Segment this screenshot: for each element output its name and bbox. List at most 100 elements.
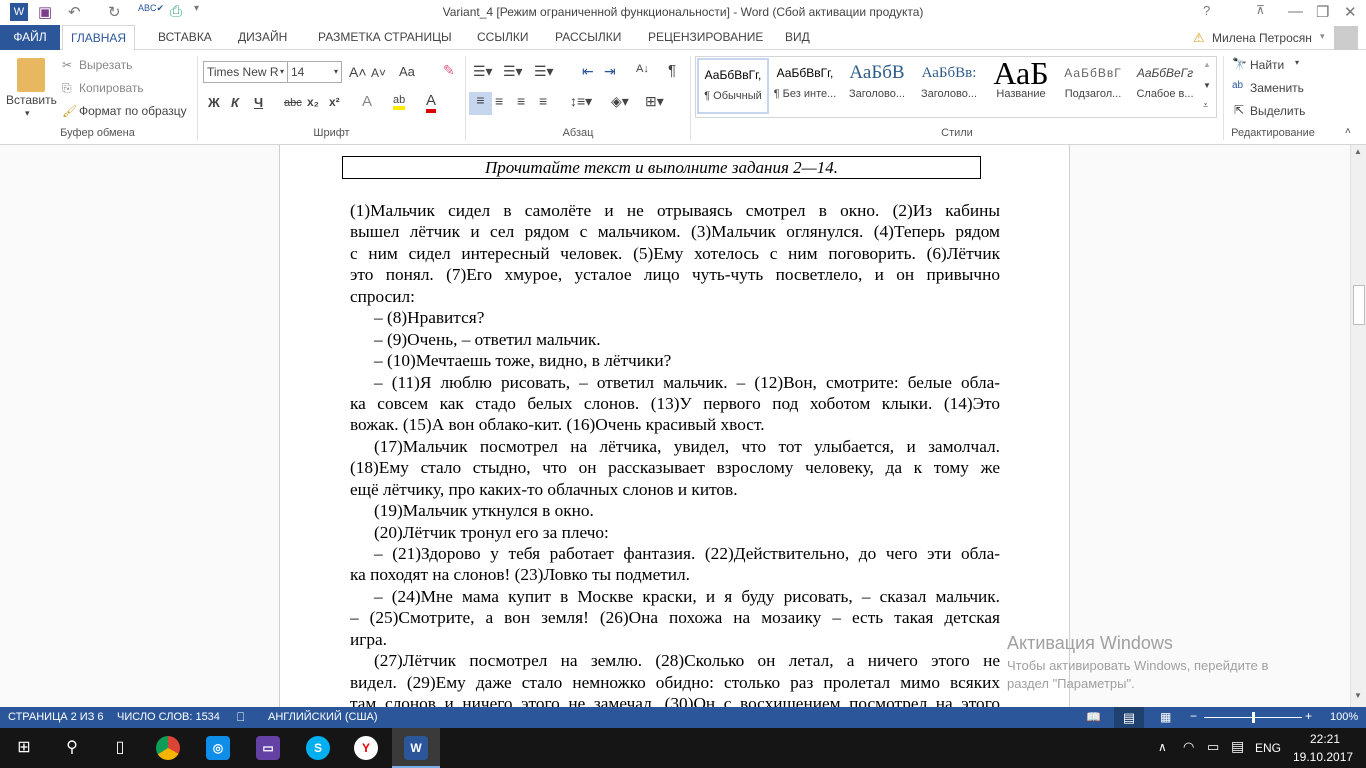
show-hidden-icons[interactable]: ∧ bbox=[1158, 740, 1167, 754]
restore-button[interactable]: ❐ bbox=[1316, 3, 1329, 21]
help-button[interactable]: ? bbox=[1203, 3, 1210, 18]
tab-layout[interactable]: РАЗМЕТКА СТРАНИЦЫ bbox=[310, 25, 460, 50]
paste-button[interactable]: Вставить bbox=[6, 93, 57, 107]
format-painter-icon[interactable]: 🖌 bbox=[62, 104, 77, 118]
outlook-icon[interactable]: ◎ bbox=[194, 728, 242, 768]
clock-time[interactable]: 22:21 bbox=[1310, 732, 1340, 746]
input-language[interactable]: ENG bbox=[1255, 741, 1281, 755]
select-button[interactable]: Выделить bbox=[1250, 104, 1305, 118]
font-size-select[interactable]: 14 ▾ bbox=[287, 61, 342, 83]
user-menu-chevron-icon[interactable]: ▾ bbox=[1320, 31, 1325, 42]
tab-insert[interactable]: ВСТАВКА bbox=[150, 25, 220, 50]
paste-icon[interactable] bbox=[17, 58, 45, 92]
close-button[interactable]: ✕ bbox=[1344, 3, 1357, 21]
tab-view[interactable]: ВИД bbox=[777, 25, 818, 50]
tab-design[interactable]: ДИЗАЙН bbox=[230, 25, 295, 50]
replace-icon[interactable]: ab bbox=[1232, 80, 1243, 91]
change-case-button[interactable]: Aa bbox=[399, 64, 415, 79]
decrease-indent-icon[interactable]: ⇤ bbox=[582, 63, 594, 80]
start-windows-icon[interactable]: ⊞ bbox=[0, 728, 48, 768]
style-1[interactable]: АаБбВвГг, ¶ Без инте... bbox=[769, 58, 841, 114]
vertical-scrollbar[interactable]: ▲ ▼ bbox=[1350, 145, 1366, 707]
document-text[interactable]: (1)Мальчик сидел в самолёте и не отрывая… bbox=[350, 200, 1000, 707]
select-icon[interactable]: ⇱ bbox=[1234, 103, 1244, 117]
style-5[interactable]: АаБбВвГ Подзагол... bbox=[1057, 58, 1129, 114]
text-effects-icon[interactable]: A bbox=[362, 93, 372, 110]
tab-mailings[interactable]: РАССЫЛКИ bbox=[547, 25, 629, 50]
cut-icon[interactable]: ✂ bbox=[62, 58, 72, 72]
network-icon[interactable]: ◠ bbox=[1183, 739, 1194, 755]
format-painter-button[interactable]: Формат по образцу bbox=[79, 104, 187, 118]
font-name-select[interactable]: Times New R ▾ bbox=[203, 61, 288, 83]
language[interactable]: АНГЛИЙСКИЙ (США) bbox=[268, 711, 378, 723]
strikethrough-button[interactable]: abc bbox=[284, 97, 302, 109]
chrome-icon[interactable] bbox=[144, 728, 192, 768]
style-6[interactable]: АаБбВеГг Слабое в... bbox=[1129, 58, 1201, 114]
style-2[interactable]: АаБбВ Заголово... bbox=[841, 58, 913, 114]
ribbon-display-icon[interactable]: ⊼ bbox=[1256, 3, 1265, 17]
scroll-up-icon[interactable]: ▲ bbox=[1354, 147, 1362, 156]
clear-format-icon[interactable]: ✎ bbox=[443, 62, 455, 79]
scroll-down-icon[interactable]: ▼ bbox=[1354, 691, 1362, 700]
tab-review[interactable]: РЕЦЕНЗИРОВАНИЕ bbox=[640, 25, 771, 50]
align-center-icon[interactable]: ≡ bbox=[495, 93, 503, 109]
align-left-icon[interactable]: ≡ bbox=[469, 92, 492, 115]
shrink-font-icon[interactable]: A˅ bbox=[371, 66, 386, 80]
show-formatting-button[interactable]: ¶ bbox=[668, 62, 676, 79]
task-view-icon[interactable]: ▯ bbox=[96, 728, 144, 768]
word-count[interactable]: ЧИСЛО СЛОВ: 1534 bbox=[117, 711, 220, 723]
tab-references[interactable]: ССЫЛКИ bbox=[469, 25, 536, 50]
zoom-out-button[interactable]: − bbox=[1190, 709, 1197, 723]
borders-icon[interactable]: ⊞▾ bbox=[645, 93, 664, 110]
page-count[interactable]: СТРАНИЦА 2 ИЗ 6 bbox=[8, 711, 104, 723]
collapse-ribbon-icon[interactable]: ˄ bbox=[1345, 126, 1351, 137]
grow-font-icon[interactable]: A˄ bbox=[349, 64, 367, 80]
read-mode-icon[interactable]: 📖 bbox=[1086, 710, 1101, 724]
print-layout-icon[interactable]: ▤ bbox=[1114, 707, 1144, 728]
battery-icon[interactable]: ▭ bbox=[1207, 739, 1219, 755]
user-name[interactable]: Милена Петросян bbox=[1212, 31, 1312, 45]
proofing-icon[interactable]: ⎕ bbox=[237, 710, 244, 725]
style-0[interactable]: АаБбВвГг, ¶ Обычный bbox=[697, 58, 769, 114]
yandex-browser-icon[interactable]: Y bbox=[342, 728, 390, 768]
paste-chevron-icon[interactable]: ▾ bbox=[25, 108, 30, 119]
replace-button[interactable]: Заменить bbox=[1250, 81, 1304, 95]
justify-icon[interactable]: ≡ bbox=[539, 93, 547, 109]
style-4[interactable]: АаБ Название bbox=[985, 58, 1057, 114]
bold-button[interactable]: Ж bbox=[208, 95, 220, 110]
web-layout-icon[interactable]: ▦ bbox=[1160, 710, 1171, 724]
styles-scroll-down-icon[interactable]: ▼ bbox=[1203, 81, 1211, 90]
scrollbar-thumb[interactable] bbox=[1353, 285, 1365, 325]
font-color-icon[interactable]: A bbox=[426, 92, 437, 113]
minimize-button[interactable]: — bbox=[1288, 3, 1303, 20]
tab-file[interactable]: ФАЙЛ bbox=[0, 25, 60, 50]
zoom-in-button[interactable]: + bbox=[1305, 709, 1312, 723]
tab-home[interactable]: ГЛАВНАЯ bbox=[62, 25, 136, 51]
find-button[interactable]: Найти bbox=[1250, 58, 1284, 72]
find-icon[interactable]: 🔭 bbox=[1232, 57, 1247, 71]
italic-button[interactable]: К bbox=[231, 95, 239, 110]
superscript-button[interactable]: x² bbox=[329, 95, 340, 109]
copy-icon[interactable]: ⎘ bbox=[62, 81, 72, 96]
line-spacing-icon[interactable]: ↕≡▾ bbox=[570, 93, 592, 110]
skype-icon[interactable]: S bbox=[294, 728, 342, 768]
underline-button[interactable]: Ч bbox=[254, 95, 263, 110]
align-right-icon[interactable]: ≡ bbox=[517, 93, 525, 109]
shading-icon[interactable]: ◈▾ bbox=[611, 93, 629, 110]
highlight-icon[interactable]: ab bbox=[393, 94, 406, 110]
sort-icon[interactable]: А↓ bbox=[636, 63, 649, 75]
zoom-level[interactable]: 100% bbox=[1330, 711, 1358, 723]
increase-indent-icon[interactable]: ⇥ bbox=[604, 63, 616, 80]
copy-button[interactable]: Копировать bbox=[79, 81, 144, 95]
bullets-icon[interactable]: ☰▾ bbox=[473, 63, 493, 80]
multilevel-list-icon[interactable]: ☰▾ bbox=[534, 63, 554, 80]
zoom-slider-thumb[interactable] bbox=[1252, 712, 1255, 723]
notifications-icon[interactable]: ▤ bbox=[1231, 738, 1244, 755]
styles-scroll-up-icon[interactable]: ▲ bbox=[1203, 60, 1211, 69]
cut-button[interactable]: Вырезать bbox=[79, 58, 132, 72]
subscript-button[interactable]: x₂ bbox=[307, 95, 319, 109]
twitch-icon[interactable]: ▭ bbox=[244, 728, 292, 768]
clock-date[interactable]: 19.10.2017 bbox=[1293, 750, 1353, 764]
search-icon[interactable]: ⚲ bbox=[48, 728, 96, 768]
styles-more-icon[interactable]: ⩡ bbox=[1203, 100, 1208, 111]
